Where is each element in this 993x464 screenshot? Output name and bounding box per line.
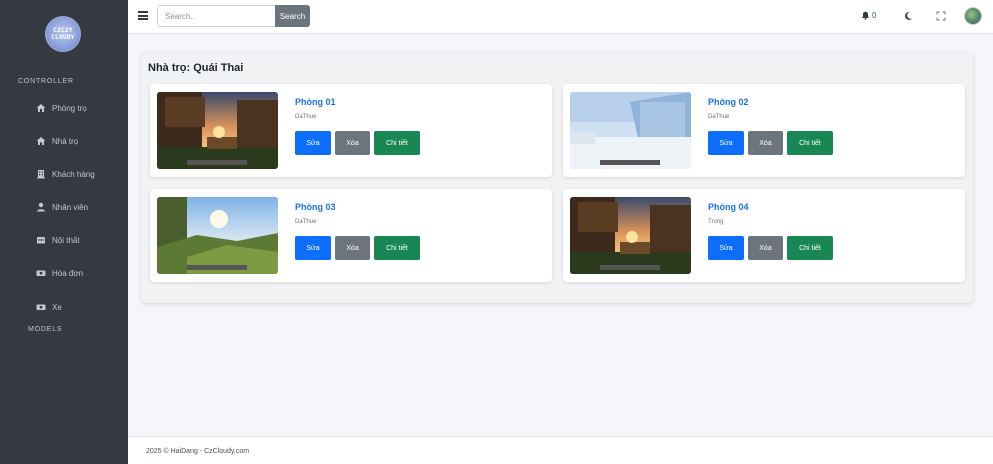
room-card: Phòng 04 Trong Sửa Xóa Chi tiết — [563, 189, 965, 282]
building-icon — [36, 169, 46, 179]
brand-logo-text: CZCZY CLOUDY — [51, 27, 75, 41]
top-navbar: Search 0 — [128, 0, 993, 34]
sidebar-item-label: Hóa đơn — [52, 268, 84, 278]
room-status: Trong — [708, 219, 724, 225]
edit-button[interactable]: Sửa — [708, 236, 744, 260]
sidebar-item-label: Nội thất — [52, 235, 80, 245]
sidebar-item-xe[interactable]: Xe — [36, 300, 62, 314]
sidebar-item-noi-that[interactable]: Nội thất — [36, 233, 80, 247]
detail-button[interactable]: Chi tiết — [374, 236, 420, 260]
sidebar-item-nhan-vien[interactable]: Nhân viên — [36, 200, 88, 214]
notification-button[interactable]: 0 — [861, 11, 876, 20]
sidebar-item-khach-hang[interactable]: Khách hàng — [36, 167, 95, 181]
delete-button[interactable]: Xóa — [748, 236, 783, 260]
room-thumbnail — [157, 197, 278, 274]
section-label-models: MODELS — [28, 326, 63, 333]
edit-button[interactable]: Sửa — [295, 236, 331, 260]
search-button[interactable]: Search — [275, 5, 310, 27]
user-icon — [36, 202, 46, 212]
sidebar-item-label: Khách hàng — [52, 169, 95, 179]
sidebar-item-label: Xe — [52, 302, 62, 312]
sidebar-item-label: Nhà trọ — [52, 136, 79, 146]
section-label-controller: CONTROLLER — [18, 78, 74, 85]
edit-button[interactable]: Sửa — [295, 131, 331, 155]
sidebar-item-phong-tro[interactable]: Phòng trọ — [36, 101, 87, 115]
brand-logo[interactable]: CZCZY CLOUDY — [45, 16, 81, 52]
sidebar-item-label: Nhân viên — [52, 202, 89, 212]
notification-count: 0 — [872, 11, 877, 20]
page-footer: 2025 © HaiDang - CzCloudy.com — [128, 436, 993, 464]
delete-button[interactable]: Xóa — [335, 131, 370, 155]
invoice-icon — [36, 268, 46, 278]
detail-button[interactable]: Chi tiết — [787, 236, 833, 260]
room-thumbnail — [570, 92, 691, 169]
vehicle-icon — [36, 302, 46, 312]
dark-mode-moon-icon[interactable] — [903, 11, 913, 21]
sidebar-item-hoa-don[interactable]: Hóa đơn — [36, 266, 83, 280]
search-input[interactable] — [157, 5, 275, 27]
delete-button[interactable]: Xóa — [748, 131, 783, 155]
menu-toggle-icon[interactable] — [138, 11, 148, 20]
room-status: DaThue — [295, 219, 317, 225]
user-avatar[interactable] — [964, 7, 982, 25]
furniture-icon — [36, 235, 46, 245]
delete-button[interactable]: Xóa — [335, 236, 370, 260]
room-thumbnail — [157, 92, 278, 169]
sidebar: CZCZY CLOUDY CONTROLLER Phòng trọ Nhà tr… — [0, 0, 128, 464]
fullscreen-expand-icon[interactable] — [936, 11, 946, 21]
room-status: DaThue — [708, 114, 730, 120]
page-title: Nhà trọ: Quái Thai — [148, 62, 244, 74]
room-thumbnail — [570, 197, 691, 274]
room-name-link[interactable]: Phòng 04 — [708, 202, 749, 212]
room-name-link[interactable]: Phòng 01 — [295, 97, 336, 107]
sidebar-item-nha-tro[interactable]: Nhà trọ — [36, 134, 78, 148]
home-icon — [36, 136, 46, 146]
house-door-icon — [36, 103, 46, 113]
sidebar-item-label: Phòng trọ — [52, 103, 87, 113]
bell-icon — [861, 11, 870, 20]
room-card: Phòng 02 DaThue Sửa Xóa Chi tiết — [563, 84, 965, 177]
room-card: Phòng 03 DaThue Sửa Xóa Chi tiết — [150, 189, 552, 282]
detail-button[interactable]: Chi tiết — [787, 131, 833, 155]
detail-button[interactable]: Chi tiết — [374, 131, 420, 155]
room-status: DaThue — [295, 114, 317, 120]
room-card: Phòng 01 DaThue Sửa Xóa Chi tiết — [150, 84, 552, 177]
edit-button[interactable]: Sửa — [708, 131, 744, 155]
room-name-link[interactable]: Phòng 03 — [295, 202, 336, 212]
footer-copyright: 2025 © HaiDang - CzCloudy.com — [146, 448, 250, 455]
room-name-link[interactable]: Phòng 02 — [708, 97, 749, 107]
room-list-card: Nhà trọ: Quái Thai Phòng 01 DaThue Sửa X… — [141, 53, 973, 303]
